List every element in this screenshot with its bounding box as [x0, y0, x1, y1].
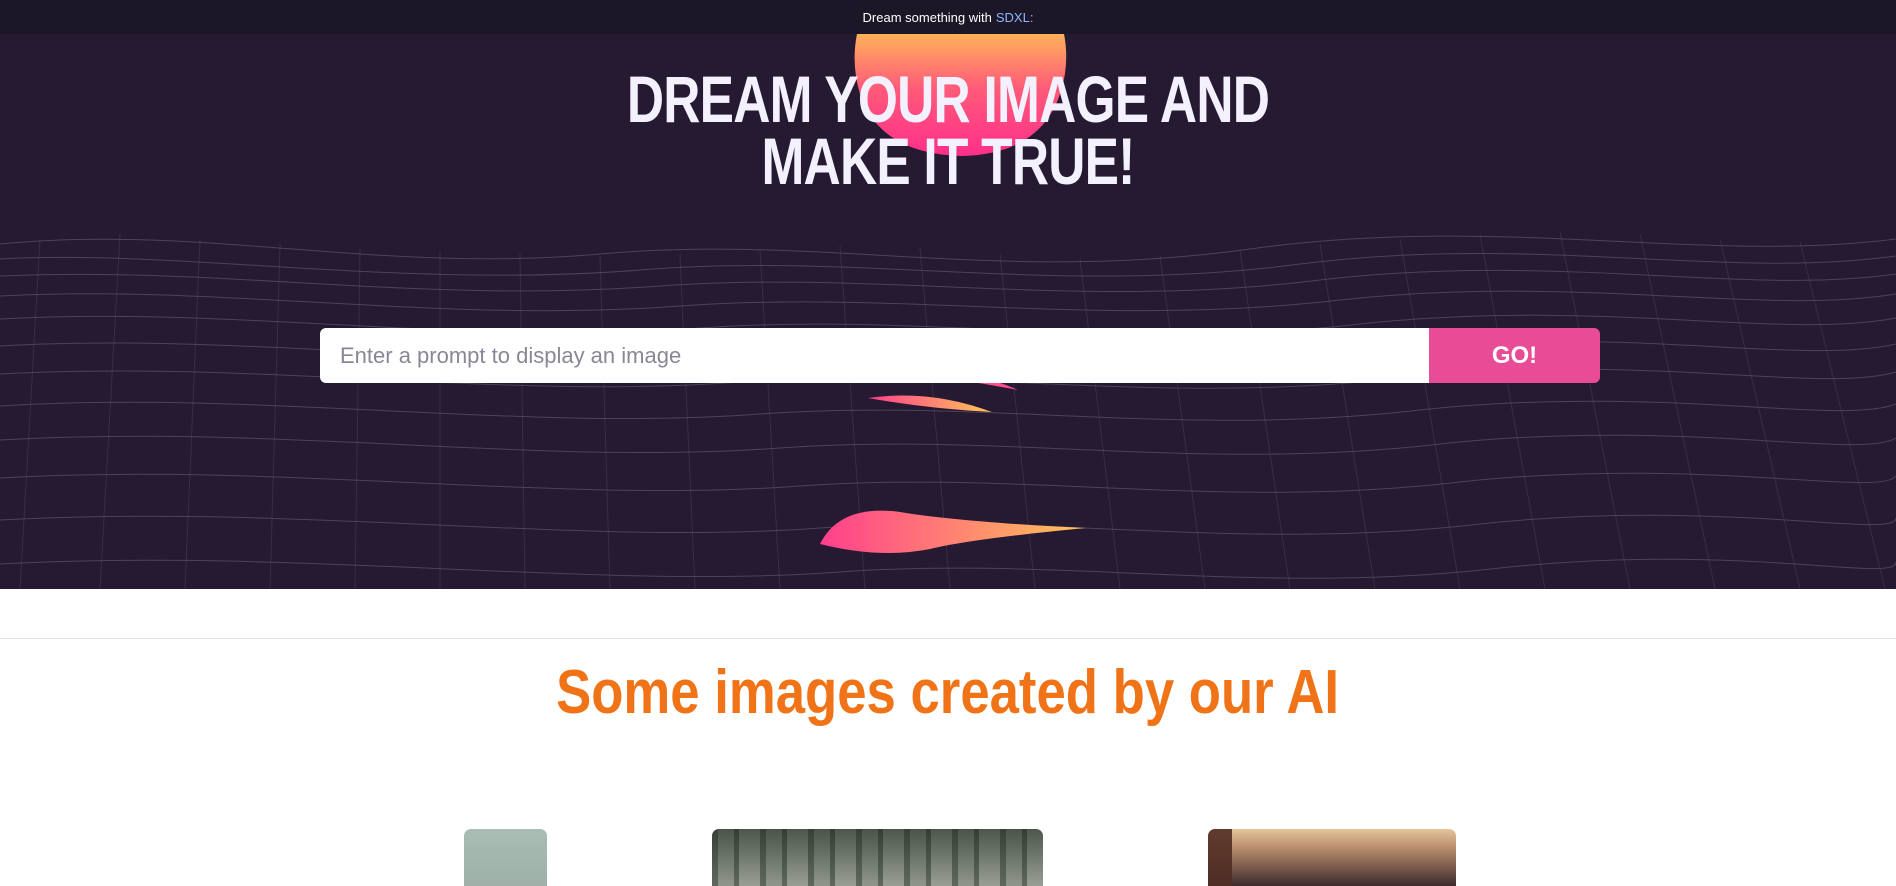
headline-line-1: DREAM YOUR IMAGE AND [626, 62, 1270, 136]
prompt-input[interactable] [320, 328, 1429, 383]
announcement-text: Dream something with [862, 9, 992, 25]
sdxl-link[interactable]: SDXL: [996, 10, 1034, 25]
section-divider [0, 638, 1896, 639]
headline-line-2: MAKE IT TRUE! [761, 124, 1135, 198]
hero-section: DREAM YOUR IMAGE AND MAKE IT TRUE! GO! [0, 34, 1896, 589]
hero-headline: DREAM YOUR IMAGE AND MAKE IT TRUE! [0, 62, 1896, 198]
sun-reflection [820, 368, 1086, 553]
gallery-title: Some images created by our AI [556, 658, 1340, 727]
announcement-bar: Dream something with SDXL: [0, 0, 1896, 34]
gallery-image-3[interactable] [1208, 829, 1456, 886]
go-button[interactable]: GO! [1429, 328, 1600, 383]
prompt-form: GO! [320, 328, 1600, 383]
gallery-image-1[interactable] [464, 829, 547, 886]
gallery-image-2[interactable] [712, 829, 1043, 886]
